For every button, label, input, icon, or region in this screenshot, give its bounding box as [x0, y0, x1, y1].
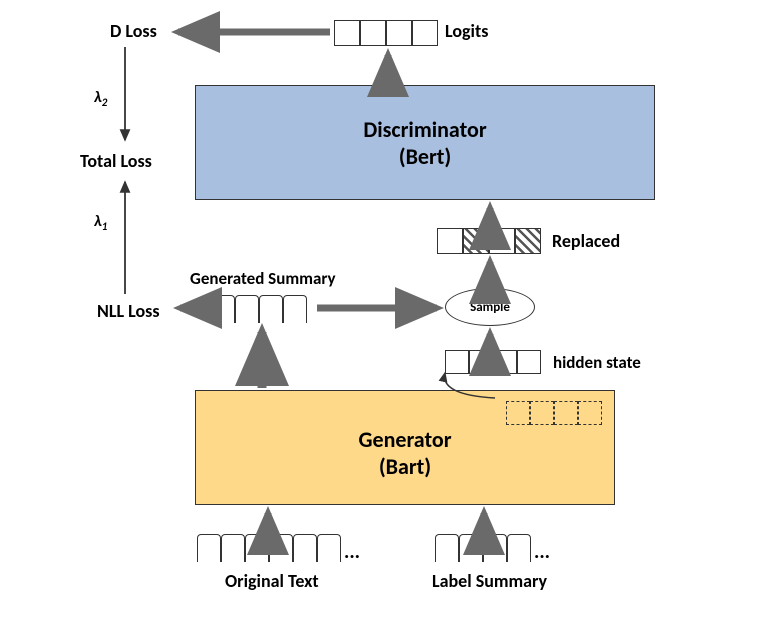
label-summary-label: Label Summary — [432, 570, 547, 592]
generator-model: (Bart) — [358, 453, 451, 480]
label-summary-tokens — [435, 534, 531, 562]
logits-label: Logits — [445, 20, 488, 42]
discriminator-block: Discriminator (Bert) — [195, 85, 655, 200]
original-text-tokens — [197, 534, 341, 562]
replaced-tokens — [437, 228, 541, 254]
architecture-diagram: D Loss Logits Discriminator (Bert) λ2 To… — [0, 0, 783, 626]
lambda1-label: λ1 — [94, 212, 107, 233]
nll-loss-label: NLL Loss — [97, 300, 160, 322]
ellipsis-2: ... — [534, 540, 550, 564]
ellipsis-1: ... — [344, 540, 360, 564]
logits-tokens — [334, 20, 438, 46]
replaced-label: Replaced — [552, 230, 620, 252]
lambda2-label: λ2 — [94, 88, 107, 109]
original-text-label: Original Text — [225, 570, 319, 592]
generated-summary-tokens — [211, 295, 307, 323]
generator-block: Generator (Bart) — [195, 390, 615, 505]
generator-name: Generator — [358, 426, 451, 453]
total-loss-label: Total Loss — [80, 150, 152, 172]
hidden-state-tokens — [445, 350, 541, 374]
d-loss-label: D Loss — [110, 20, 157, 42]
discriminator-name: Discriminator — [363, 116, 486, 143]
discriminator-model: (Bert) — [399, 143, 452, 170]
dashed-tokens — [506, 401, 602, 425]
sample-node: Sample — [445, 288, 535, 326]
generated-summary-label: Generated Summary — [190, 268, 336, 289]
hidden-state-label: hidden state — [553, 352, 641, 373]
